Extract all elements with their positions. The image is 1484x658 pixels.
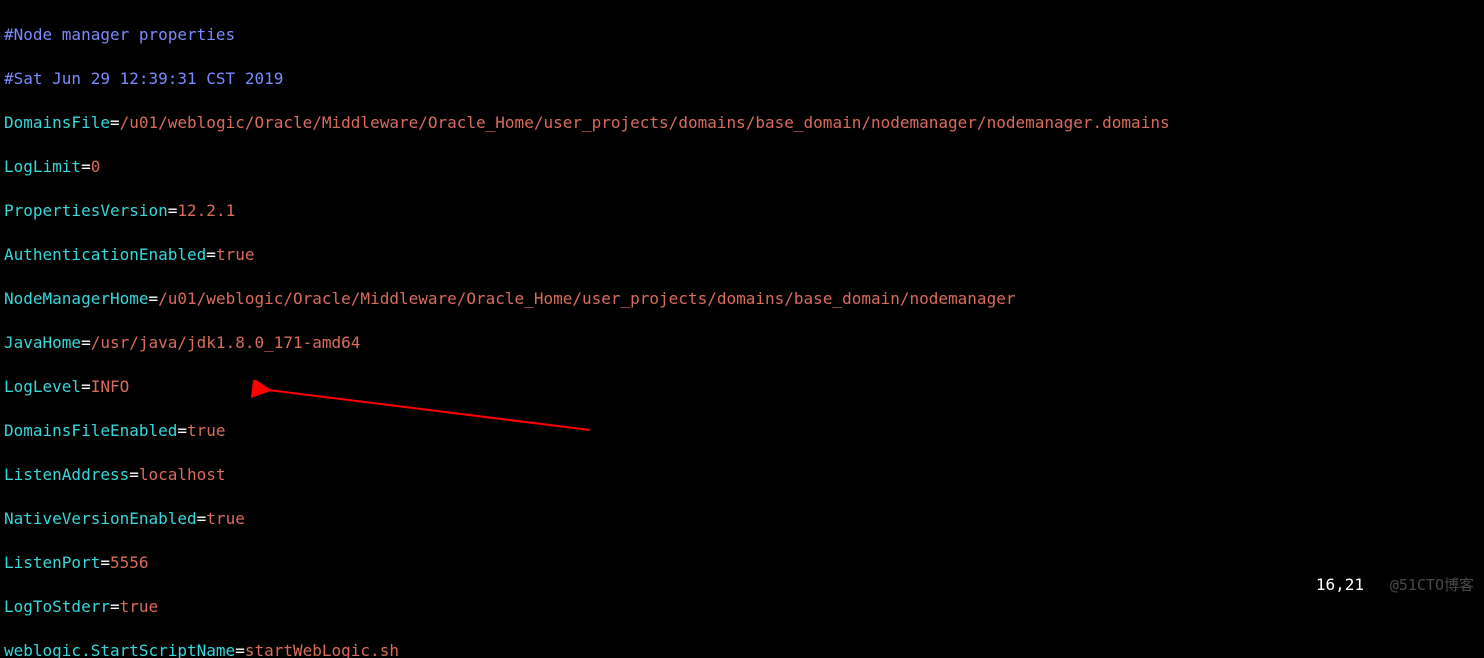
prop-val-authenabled: true [216, 245, 255, 264]
equals: = [129, 465, 139, 484]
comment-timestamp: #Sat Jun 29 12:39:31 CST 2019 [4, 69, 283, 88]
equals: = [149, 289, 159, 308]
prop-key-startscriptname: weblogic.StartScriptName [4, 641, 235, 658]
equals: = [81, 333, 91, 352]
prop-key-authenabled: AuthenticationEnabled [4, 245, 206, 264]
prop-val-listenport: 5556 [110, 553, 149, 572]
comment-header: #Node manager properties [4, 25, 235, 44]
prop-val-logtostderr: true [120, 597, 159, 616]
equals: = [235, 641, 245, 658]
prop-val-loglimit: 0 [91, 157, 101, 176]
equals: = [206, 245, 216, 264]
prop-key-loglimit: LogLimit [4, 157, 81, 176]
equals: = [110, 597, 120, 616]
prop-val-nodemanagerhome: /u01/weblogic/Oracle/Middleware/Oracle_H… [158, 289, 1015, 308]
prop-key-nodemanagerhome: NodeManagerHome [4, 289, 149, 308]
prop-val-javahome: /usr/java/jdk1.8.0_171-amd64 [91, 333, 361, 352]
prop-key-domainsfileenabled: DomainsFileEnabled [4, 421, 177, 440]
prop-key-loglevel: LogLevel [4, 377, 81, 396]
equals: = [81, 377, 91, 396]
prop-key-listenaddress: ListenAddress [4, 465, 129, 484]
equals: = [110, 113, 120, 132]
prop-val-listenaddress: localhost [139, 465, 226, 484]
equals: = [177, 421, 187, 440]
prop-key-javahome: JavaHome [4, 333, 81, 352]
prop-key-propertiesversion: PropertiesVersion [4, 201, 168, 220]
prop-val-nativeversionenabled: true [206, 509, 245, 528]
equals: = [100, 553, 110, 572]
prop-val-domainsfile: /u01/weblogic/Oracle/Middleware/Oracle_H… [120, 113, 1170, 132]
equals: = [168, 201, 178, 220]
cursor-position: 16,21 [1316, 574, 1364, 596]
prop-val-propertiesversion: 12.2.1 [177, 201, 235, 220]
prop-key-domainsfile: DomainsFile [4, 113, 110, 132]
prop-val-domainsfileenabled: true [187, 421, 226, 440]
equals: = [197, 509, 207, 528]
prop-key-listenport: ListenPort [4, 553, 100, 572]
prop-val-startscriptname: startWebLogic.sh [245, 641, 399, 658]
terminal-editor[interactable]: #Node manager properties #Sat Jun 29 12:… [0, 0, 1484, 658]
equals: = [81, 157, 91, 176]
watermark-text: @51CTO博客 [1390, 574, 1474, 596]
prop-val-loglevel: INFO [91, 377, 130, 396]
prop-key-nativeversionenabled: NativeVersionEnabled [4, 509, 197, 528]
prop-key-logtostderr: LogToStderr [4, 597, 110, 616]
